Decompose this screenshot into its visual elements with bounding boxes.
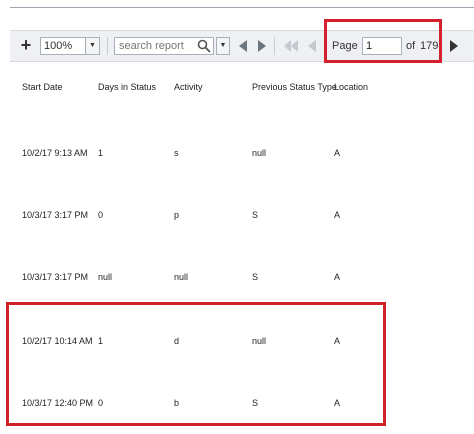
header-start-date: Start Date xyxy=(22,82,63,92)
top-border xyxy=(10,0,474,8)
table-row: 10/2/17 9:13 AM 1 s null A xyxy=(10,148,470,160)
cell-days: 0 xyxy=(98,210,104,220)
page-highlight-box xyxy=(324,19,442,63)
table-header: Start Date Days in Status Activity Previ… xyxy=(10,82,470,94)
toolbar-divider xyxy=(274,37,275,55)
header-location: Location xyxy=(334,82,369,92)
first-page-icon[interactable] xyxy=(283,39,299,53)
cell-activity: null xyxy=(174,272,189,282)
cell-location: A xyxy=(334,148,341,158)
header-activity: Activity xyxy=(174,82,203,92)
cell-location: A xyxy=(334,210,341,220)
zoom-value: 100% xyxy=(44,40,73,52)
zoom-select[interactable]: 100% ▼ xyxy=(40,37,100,55)
rows-highlight-box xyxy=(6,302,386,426)
header-days-in-status: Days in Status xyxy=(98,82,157,92)
cell-start-date: 10/3/17 3:17 PM xyxy=(22,210,89,220)
previous-result-icon[interactable] xyxy=(237,39,249,53)
previous-page-icon[interactable] xyxy=(306,39,318,53)
cell-previous-status: null xyxy=(252,148,267,158)
table-row: 10/3/17 3:17 PM null null S A xyxy=(10,272,470,284)
cell-previous-status: S xyxy=(252,210,259,220)
cell-location: A xyxy=(334,272,341,282)
search-options-dropdown[interactable]: ▼ xyxy=(216,37,230,55)
header-previous-status-type: Previous Status Type xyxy=(252,82,337,92)
cell-days: null xyxy=(98,272,113,282)
next-result-icon[interactable] xyxy=(256,39,268,53)
add-icon[interactable]: + xyxy=(18,36,34,54)
chevron-down-icon[interactable]: ▼ xyxy=(85,38,99,54)
table-row: 10/3/17 3:17 PM 0 p S A xyxy=(10,210,470,222)
cell-start-date: 10/2/17 9:13 AM xyxy=(22,148,88,158)
cell-days: 1 xyxy=(98,148,104,158)
cell-start-date: 10/3/17 3:17 PM xyxy=(22,272,89,282)
search-icon[interactable] xyxy=(197,39,211,53)
cell-activity: s xyxy=(174,148,179,158)
cell-previous-status: S xyxy=(252,272,259,282)
cell-activity: p xyxy=(174,210,180,220)
next-page-icon[interactable] xyxy=(448,39,460,53)
toolbar-divider xyxy=(107,37,108,55)
